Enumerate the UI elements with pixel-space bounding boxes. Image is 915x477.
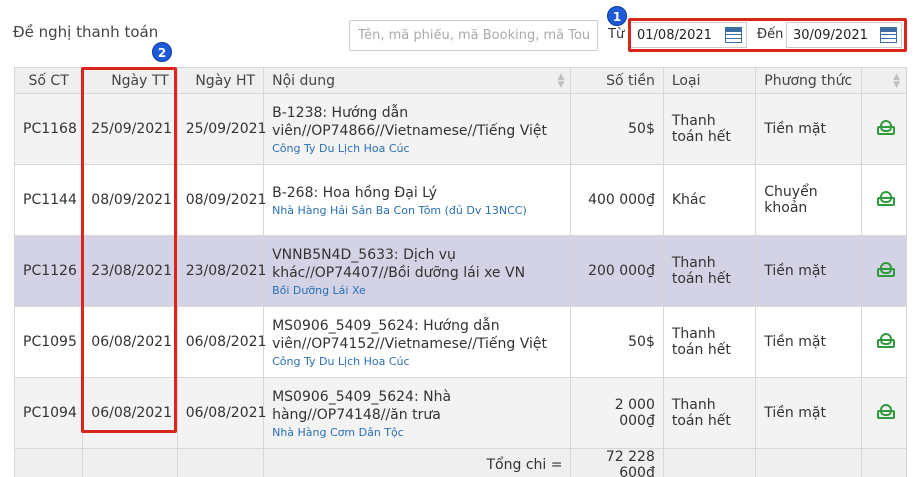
cell-ngay-ht: 06/08/2021	[176, 377, 266, 449]
cell-ngay-ht: 08/09/2021	[176, 164, 266, 236]
footer-total-value: 72 228 600₫	[570, 448, 664, 477]
annotation-badge-1: 1	[607, 6, 627, 26]
supplier-link[interactable]: Nhà Hàng Hải Sản Ba Con Tôm (đủ Dv 13NCC…	[272, 204, 562, 217]
cell-ngay-ht: 06/08/2021	[176, 306, 266, 378]
cell-so-ct: PC1168	[13, 93, 84, 165]
cell-noi-dung: VNNB5N4D_5633: Dịch vụ khác//OP74407//Bồ…	[263, 235, 572, 307]
content-text: VNNB5N4D_5633: Dịch vụ khác//OP74407//Bồ…	[272, 246, 526, 281]
ngay-tt-column-highlight	[81, 67, 177, 433]
annotation-badge-2: 2	[152, 42, 172, 62]
content-text: MS0906_5409_5624: Hướng dẫn viên//OP7415…	[272, 317, 548, 352]
supplier-link[interactable]: Công Ty Du Lịch Hoa Cúc	[272, 142, 562, 155]
content-text: B-1238: Hướng dẫn viên//OP74866//Vietnam…	[272, 104, 548, 139]
cell-so-ct: PC1144	[13, 164, 84, 236]
cell-so-ct: PC1094	[13, 377, 84, 449]
column-header-label: Số CT	[28, 72, 69, 89]
column-header-so-tien[interactable]: Số tiền	[570, 67, 664, 94]
cell-action	[860, 93, 908, 165]
stamp-icon[interactable]	[876, 261, 895, 277]
cell-phuong-thuc: Tiền mặt	[755, 377, 862, 449]
stamp-icon[interactable]	[876, 332, 895, 348]
column-header-so-ct[interactable]: Số CT	[13, 67, 84, 94]
column-header-label: Ngày HT	[195, 72, 256, 89]
page-title: Đề nghị thanh toán	[13, 23, 159, 41]
footer-empty-cell	[82, 448, 178, 477]
column-header-phuong-thuc[interactable]: Phương thức	[755, 67, 862, 94]
stamp-icon[interactable]	[876, 190, 895, 206]
footer-empty-cell	[13, 448, 84, 477]
cell-action	[860, 306, 908, 378]
cell-so-tien: 50$	[570, 93, 664, 165]
cell-so-tien: 50$	[570, 306, 664, 378]
column-header-label: Số tiền	[606, 72, 655, 89]
cell-ngay-ht: 23/08/2021	[176, 235, 266, 307]
stamp-icon[interactable]	[876, 119, 895, 135]
sort-icon: ▲ ▼	[893, 72, 900, 90]
date-range-highlight	[628, 18, 907, 52]
cell-noi-dung: MS0906_5409_5624: Hướng dẫn viên//OP7415…	[263, 306, 572, 378]
stamp-icon[interactable]	[876, 403, 895, 419]
footer-empty-cell	[860, 448, 908, 477]
from-label: Từ	[608, 27, 625, 42]
cell-action	[860, 377, 908, 449]
search-input[interactable]	[349, 20, 598, 51]
cell-noi-dung: B-268: Hoa hồng Đại Lý Nhà Hàng Hải Sản B…	[263, 164, 572, 236]
cell-loai: Thanh toán hết	[662, 93, 757, 165]
column-header-ngay-ht[interactable]: Ngày HT	[176, 67, 265, 94]
cell-ngay-ht: 25/09/2021	[176, 93, 266, 165]
column-header-label: Phương thức	[764, 72, 853, 89]
cell-phuong-thuc: Tiền mặt	[755, 93, 862, 165]
footer-total-label: Tổng chi =	[263, 448, 572, 477]
column-header-label: Loại	[671, 72, 701, 89]
cell-phuong-thuc: Chuyển khoản	[755, 164, 862, 236]
cell-so-ct: PC1095	[13, 306, 84, 378]
column-header-actions[interactable]: ▲ ▼	[860, 67, 908, 94]
cell-loai: Thanh toán hết	[662, 235, 757, 307]
cell-so-tien: 200 000₫	[570, 235, 664, 307]
content-text: MS0906_5409_5624: Nhà hàng//OP74148//ăn …	[272, 388, 452, 423]
footer-empty-cell	[755, 448, 862, 477]
cell-loai: Thanh toán hết	[662, 377, 757, 449]
cell-so-tien: 400 000₫	[570, 164, 664, 236]
supplier-link[interactable]: Công Ty Du Lịch Hoa Cúc	[272, 355, 562, 368]
supplier-link[interactable]: Nhà Hàng Cơm Dân Tộc	[272, 426, 562, 439]
cell-so-tien: 2 000 000₫	[570, 377, 664, 449]
cell-so-ct: PC1126	[13, 235, 84, 307]
column-header-loai[interactable]: Loại	[662, 67, 757, 94]
cell-phuong-thuc: Tiền mặt	[755, 235, 862, 307]
cell-loai: Khác	[662, 164, 757, 236]
table-footer-row: Tổng chi = 72 228 600₫	[13, 448, 908, 477]
content-text: B-268: Hoa hồng Đại Lý	[272, 184, 437, 201]
column-header-label: Nội dung	[272, 72, 335, 89]
supplier-link[interactable]: Bồi Dưỡng Lái Xe	[272, 284, 562, 297]
sort-icon: ▲ ▼	[557, 72, 565, 90]
cell-noi-dung: MS0906_5409_5624: Nhà hàng//OP74148//ăn …	[263, 377, 572, 449]
cell-action	[860, 164, 908, 236]
cell-phuong-thuc: Tiền mặt	[755, 306, 862, 378]
cell-action	[860, 235, 908, 307]
column-header-noi-dung[interactable]: Nội dung ▲ ▼	[263, 67, 572, 94]
cell-noi-dung: B-1238: Hướng dẫn viên//OP74866//Vietnam…	[263, 93, 572, 165]
footer-empty-cell	[662, 448, 757, 477]
cell-loai: Thanh toán hết	[662, 306, 757, 378]
footer-empty-cell	[176, 448, 265, 477]
